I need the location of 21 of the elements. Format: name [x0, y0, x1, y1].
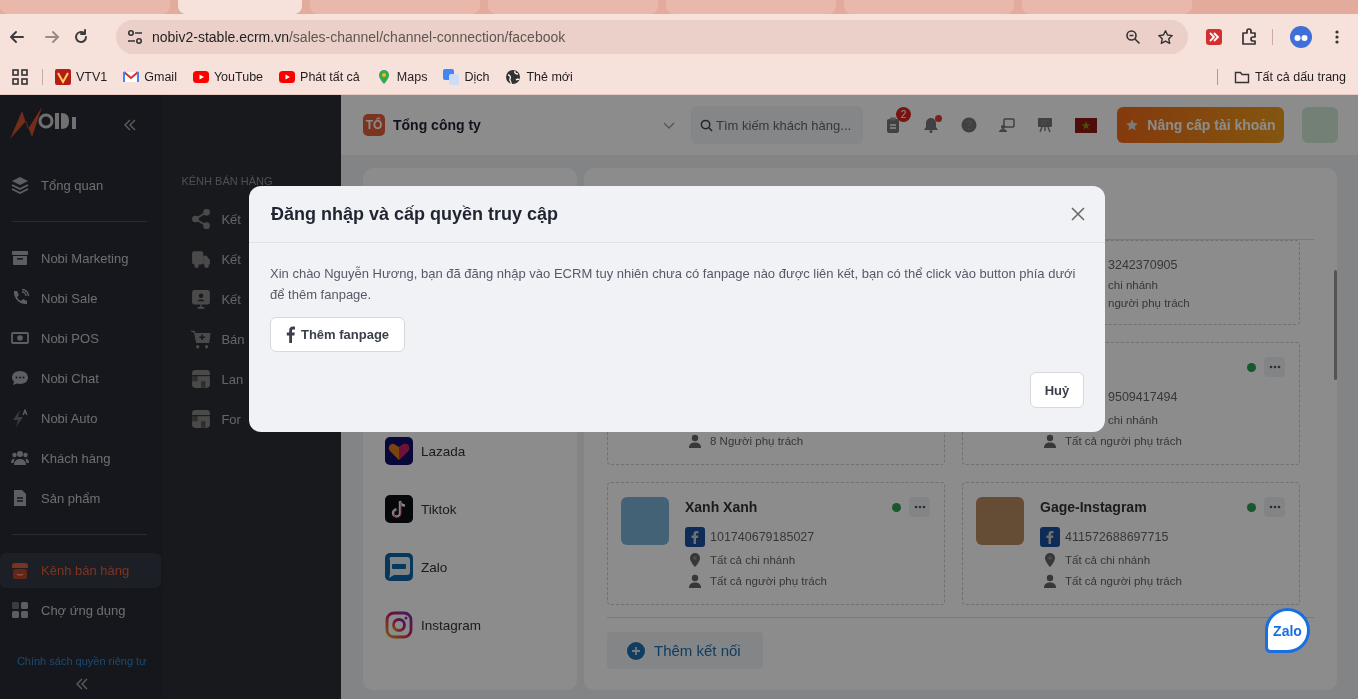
page-id: 101740679185027: [710, 529, 815, 544]
count-badge: 2: [896, 107, 911, 122]
branch-label: Tất cả chi nhánh: [710, 554, 796, 567]
page-id: 9509417494: [1108, 389, 1178, 404]
page-id: 411572688697715: [1065, 529, 1169, 544]
company-name: Tổng công ty: [393, 117, 481, 133]
page-name: Gage-Instagram: [1040, 499, 1147, 516]
owner-label: 8 Người phụ trách: [710, 435, 804, 447]
page-id: 3242370905: [1108, 258, 1178, 273]
branch-label: chi nhánh: [1108, 279, 1158, 292]
dialog-title: Đăng nhập và cấp quyền truy cập: [271, 203, 559, 225]
owner-label: người phụ trách: [1108, 297, 1190, 309]
owner-label: Tất cả người phụ trách: [710, 575, 827, 588]
owner-label: Tất cả người phụ trách: [1065, 575, 1182, 588]
company-avatar: TỔ: [363, 114, 385, 136]
page-name: Xanh Xanh: [685, 499, 758, 516]
branch-label: Tất cả chi nhánh: [1065, 554, 1151, 567]
url-text: nobiv2-stable.ecrm.vn/sales-channel/channel-connection/facebook: [152, 29, 566, 45]
dialog-message: Xin chào Nguyễn Hương, bạn đã đăng nhập vào ECRM tuy nhiên chưa có fanpage nào được liên kết, bạn có thể click vào button phía dưới để thêm fanpage.: [270, 265, 1077, 304]
branch-label: chi nhánh: [1108, 414, 1158, 427]
owner-label: Tất cả người phụ trách: [1065, 435, 1182, 448]
